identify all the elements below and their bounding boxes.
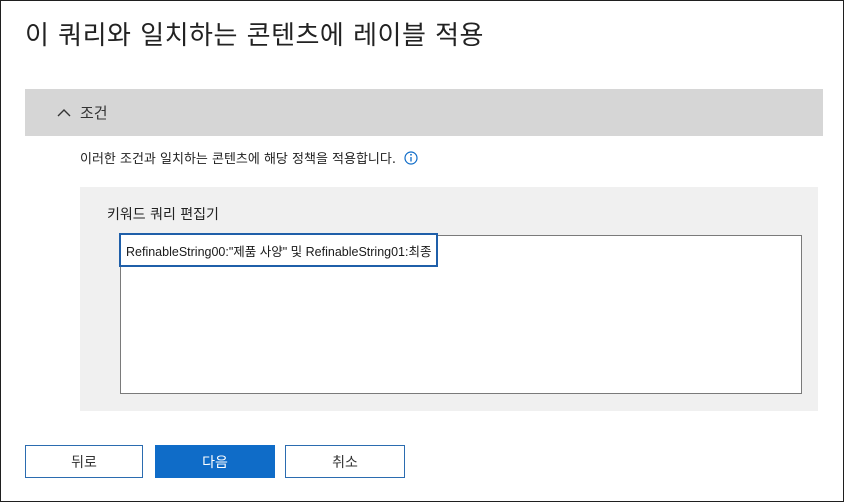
keyword-query-text[interactable]: RefinableString00:"제품 사양" 및 RefinableStr…: [119, 233, 439, 267]
keyword-query-editor-panel: 키워드 쿼리 편집기 RefinableString00:"제품 사양" 및 R…: [80, 187, 818, 411]
info-icon[interactable]: [404, 150, 418, 165]
dialog-frame: 이 쿼리와 일치하는 콘텐츠에 레이블 적용 조건 이러한 조건과 일치하는 콘…: [0, 0, 844, 502]
conditions-description: 이러한 조건과 일치하는 콘텐츠에 해당 정책을 적용합니다.: [80, 152, 396, 167]
chevron-up-icon[interactable]: [56, 105, 72, 121]
conditions-header-label: 조건: [80, 104, 108, 122]
back-button[interactable]: 뒤로: [25, 445, 143, 478]
conditions-description-row: 이러한 조건과 일치하는 콘텐츠에 해당 정책을 적용합니다.: [80, 148, 418, 167]
keyword-query-editor-label: 키워드 쿼리 편집기: [107, 207, 219, 223]
conditions-section-header[interactable]: 조건: [25, 89, 823, 136]
page-title: 이 쿼리와 일치하는 콘텐츠에 레이블 적용: [25, 21, 484, 51]
next-button[interactable]: 다음: [155, 445, 275, 478]
cancel-button[interactable]: 취소: [285, 445, 405, 478]
